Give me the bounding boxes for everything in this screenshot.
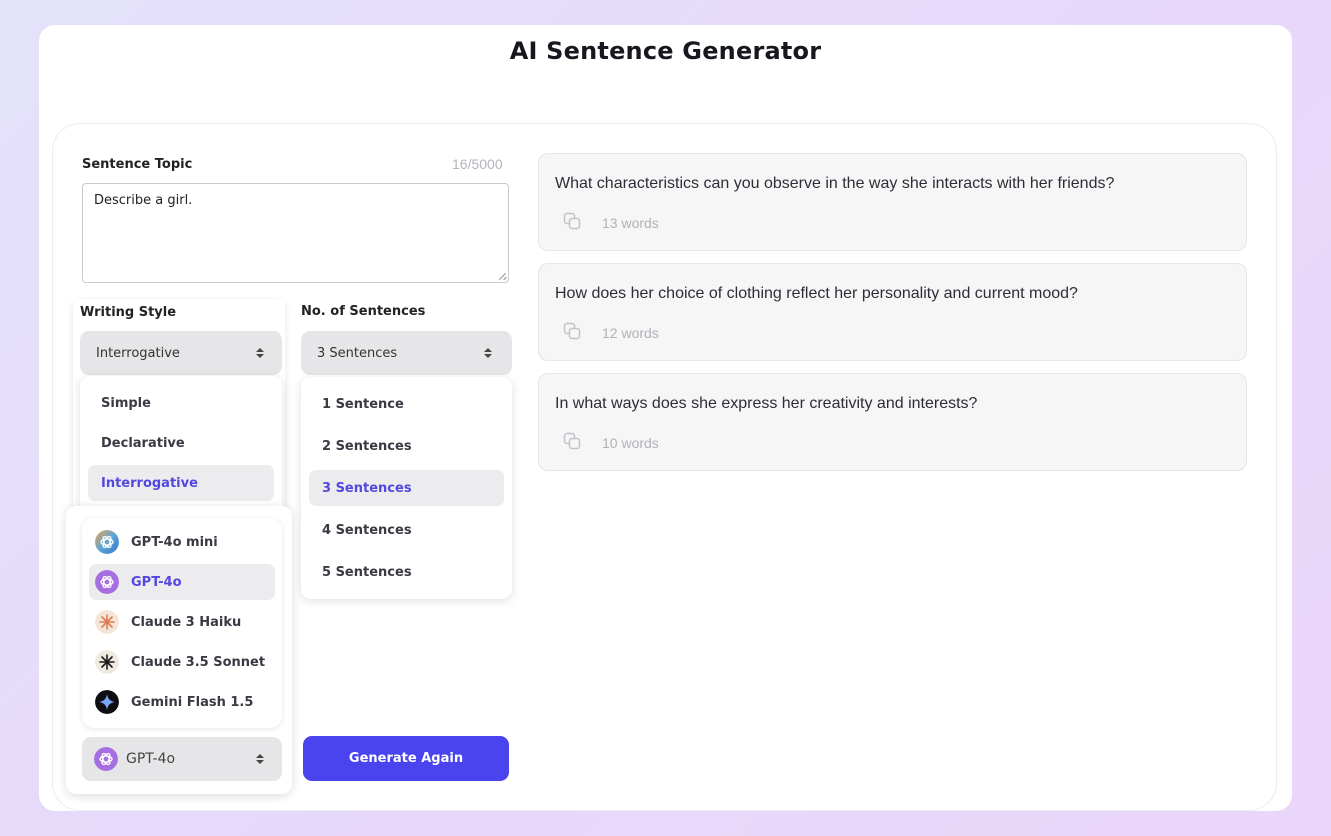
word-count: 12 words <box>602 325 659 341</box>
model-option-gpt-4o[interactable]: GPT-4o <box>89 564 275 600</box>
select-arrows-icon <box>256 346 264 360</box>
model-option-label: Gemini Flash 1.5 <box>131 694 254 710</box>
resize-grip-icon[interactable] <box>498 272 506 280</box>
sentences-option-1[interactable]: 1 Sentence <box>309 386 504 422</box>
model-option-claude-3-5-sonnet[interactable]: Claude 3.5 Sonnet <box>89 644 275 680</box>
word-count: 10 words <box>602 435 659 451</box>
model-value: GPT-4o <box>126 751 176 767</box>
sentences-option-4[interactable]: 4 Sentences <box>309 512 504 548</box>
sentences-value: 3 Sentences <box>317 345 398 361</box>
writing-style-value: Interrogative <box>96 345 180 361</box>
writing-style-dropdown: Simple Declarative Interrogative <box>80 376 282 516</box>
model-option-label: GPT-4o <box>131 574 182 590</box>
select-arrows-icon <box>256 752 264 766</box>
topic-label: Sentence Topic <box>82 157 193 172</box>
gemini-icon <box>95 690 119 714</box>
topic-textarea[interactable]: Describe a girl. <box>82 183 509 283</box>
result-sentence: What characteristics can you observe in … <box>555 175 1115 192</box>
sentences-option-5[interactable]: 5 Sentences <box>309 554 504 590</box>
anthropic-icon <box>95 610 119 634</box>
writing-style-option-simple[interactable]: Simple <box>88 385 274 421</box>
openai-icon <box>94 747 118 771</box>
anthropic-icon <box>95 650 119 674</box>
writing-style-label: Writing Style <box>80 305 177 320</box>
result-sentence: In what ways does she express her creati… <box>555 395 978 412</box>
sentences-label: No. of Sentences <box>301 304 426 319</box>
sentences-dropdown: 1 Sentence 2 Sentences 3 Sentences 4 Sen… <box>301 377 512 599</box>
result-card: In what ways does she express her creati… <box>538 373 1247 471</box>
copy-icon[interactable] <box>563 432 581 450</box>
generate-again-button[interactable]: Generate Again <box>303 736 509 781</box>
copy-icon[interactable] <box>563 322 581 340</box>
model-option-gemini-flash-1-5[interactable]: Gemini Flash 1.5 <box>89 684 275 720</box>
model-dropdown: GPT-4o mini GPT-4o Claude 3 Haiku Claude… <box>82 518 282 728</box>
app-window: AI Sentence Generator Sentence Topic 16/… <box>39 25 1292 811</box>
result-card: How does her choice of clothing reflect … <box>538 263 1247 361</box>
select-arrows-icon <box>484 346 492 360</box>
model-option-claude-3-haiku[interactable]: Claude 3 Haiku <box>89 604 275 640</box>
writing-style-option-declarative[interactable]: Declarative <box>88 425 274 461</box>
writing-style-option-interrogative[interactable]: Interrogative <box>88 465 274 501</box>
model-select[interactable]: GPT-4o <box>82 737 282 781</box>
model-option-label: Claude 3.5 Sonnet <box>131 654 266 670</box>
word-count: 13 words <box>602 215 659 231</box>
sentences-option-3[interactable]: 3 Sentences <box>309 470 504 506</box>
openai-icon <box>95 570 119 594</box>
model-option-gpt-4o-mini[interactable]: GPT-4o mini <box>89 524 275 560</box>
topic-value: Describe a girl. <box>94 193 193 208</box>
model-option-label: Claude 3 Haiku <box>131 614 242 630</box>
model-option-label: GPT-4o mini <box>131 534 218 550</box>
page-title: AI Sentence Generator <box>509 37 822 65</box>
openai-icon <box>95 530 119 554</box>
result-sentence: How does her choice of clothing reflect … <box>555 285 1078 302</box>
result-card: What characteristics can you observe in … <box>538 153 1247 251</box>
sentences-option-2[interactable]: 2 Sentences <box>309 428 504 464</box>
char-count: 16/5000 <box>452 156 503 172</box>
copy-icon[interactable] <box>563 212 581 230</box>
writing-style-select[interactable]: Interrogative <box>80 331 282 375</box>
sentences-select[interactable]: 3 Sentences <box>301 331 512 375</box>
